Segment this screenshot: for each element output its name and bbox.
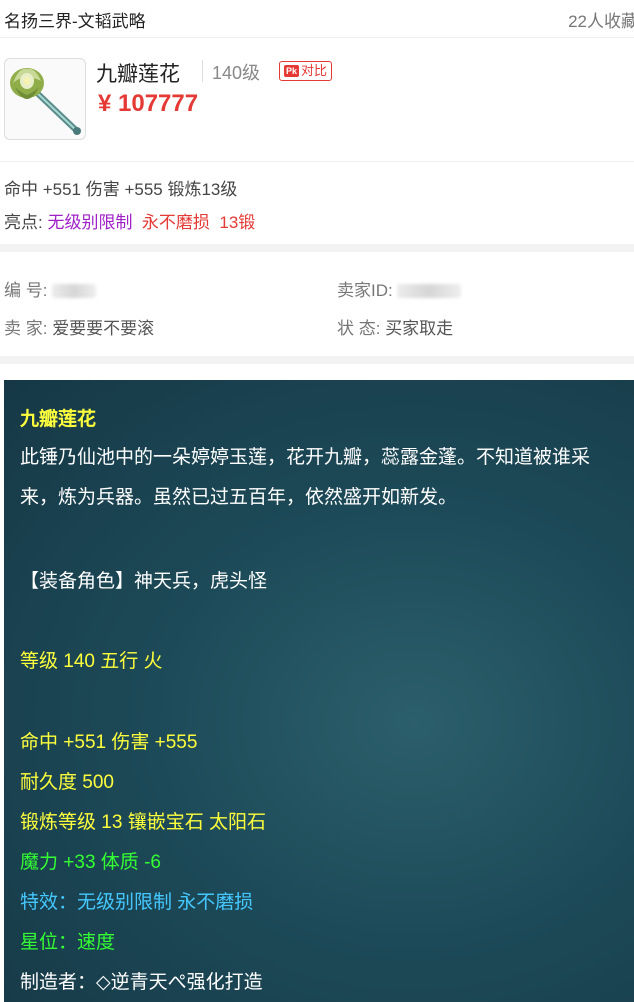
highlights-label: 亮点: (4, 213, 48, 232)
section-divider (0, 244, 634, 252)
item-description-panel: 九瓣莲花 此锤乃仙池中的一朵婷婷玉莲，花开九瓣，蕊露金蓬。不知道被谁采来，炼为兵… (4, 380, 634, 1002)
compare-button[interactable]: Pk 对比 (279, 61, 333, 81)
redacted-value (397, 284, 462, 298)
highlight-tag: 无级别限制 (47, 213, 133, 232)
description-attributes: 魔力 +33 体质 -6 (20, 852, 161, 873)
description-title: 九瓣莲花 (20, 409, 97, 430)
seller-name[interactable]: 爱要要不要滚 (52, 319, 154, 338)
description-level-element: 等级 140 五行 火 (20, 651, 163, 672)
item-thumbnail[interactable] (4, 58, 86, 140)
status-value: 买家取走 (385, 319, 454, 338)
description-roles: 【装备角色】神天兵，虎头怪 (20, 571, 268, 592)
description-durability: 耐久度 500 (20, 772, 114, 793)
item-name: 九瓣莲花 (96, 63, 180, 86)
favorite-count[interactable]: 22人收藏 (568, 7, 634, 32)
highlight-tag: 13锻 (219, 213, 256, 232)
description-forge: 锻炼等级 13 镶嵌宝石 太阳石 (20, 812, 266, 833)
pk-icon: Pk (284, 65, 300, 77)
item-price: ¥ 107777 (98, 90, 199, 117)
description-attack: 命中 +551 伤害 +555 (20, 732, 198, 753)
section-divider (0, 356, 634, 364)
item-stats: 命中 +551 伤害 +555 锻炼13级 (4, 180, 238, 199)
redacted-value (52, 284, 97, 298)
seller-label: 卖 家: (4, 319, 48, 338)
item-highlights: 亮点: 无级别限制 永不磨损 13锻 (4, 208, 255, 233)
seller: 卖 家: 爱要要不要滚 (4, 314, 154, 339)
top-bar: 名扬三界-文韬武略 22人收藏 (0, 0, 634, 38)
description-star: 星位：速度 (20, 932, 116, 953)
item-card[interactable]: 九瓣莲花 140级 Pk 对比 ¥ 107777 (0, 38, 634, 162)
compare-label: 对比 (301, 63, 328, 78)
lotus-mace-icon (10, 68, 81, 135)
divider (202, 60, 203, 82)
highlight-tag: 永不磨损 (141, 213, 210, 232)
status: 状 态: 买家取走 (337, 314, 453, 339)
status-label: 状 态: (337, 319, 381, 338)
server-name: 名扬三界-文韬武略 (4, 12, 146, 31)
listing-number: 编 号: (4, 276, 97, 301)
description-maker: 制造者：◇逆青天ぺ强化打造 (20, 972, 263, 993)
description-lore: 此锤乃仙池中的一朵婷婷玉莲，花开九瓣，蕊露金蓬。不知道被谁采来，炼为兵器。虽然已… (20, 447, 591, 508)
listing-number-label: 编 号: (4, 281, 48, 300)
item-level: 140级 (212, 63, 261, 83)
seller-id-label: 卖家ID: (337, 281, 393, 300)
seller-id: 卖家ID: (337, 276, 462, 301)
description-effects: 特效：无级别限制 永不磨损 (20, 892, 254, 913)
